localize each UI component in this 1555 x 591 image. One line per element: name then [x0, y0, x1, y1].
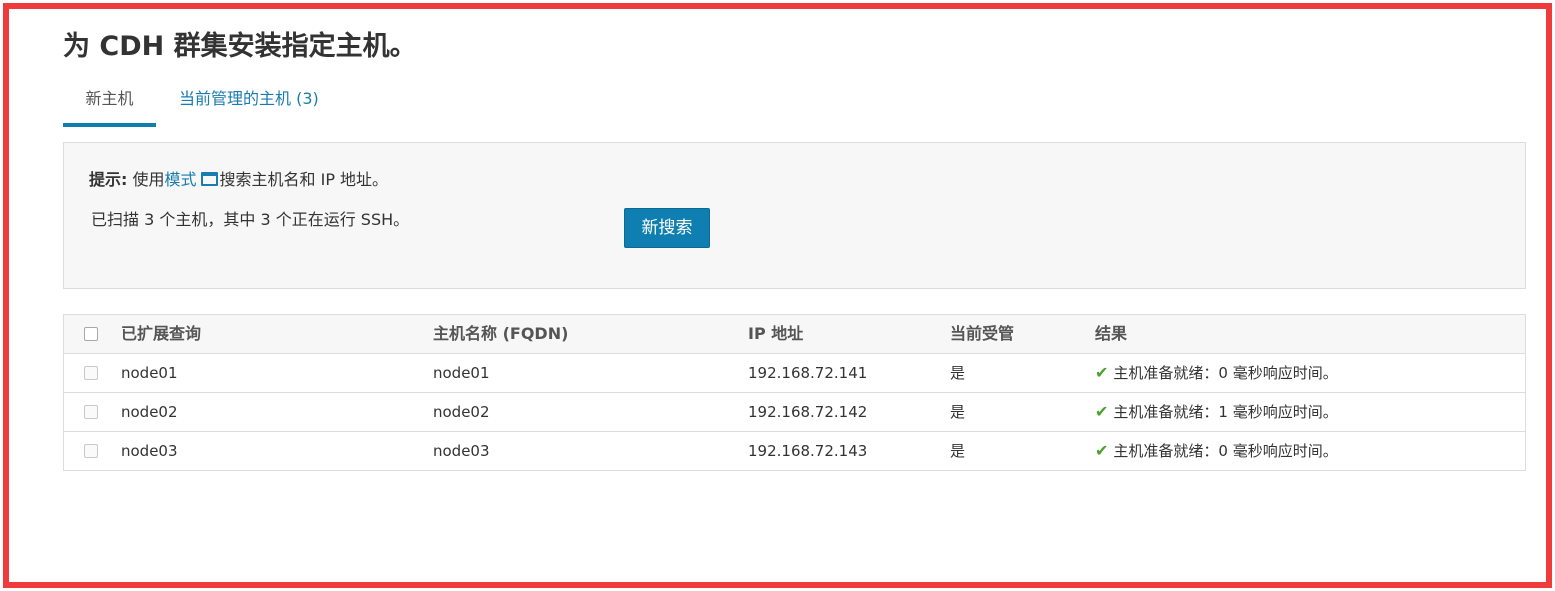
- tab-new-hosts[interactable]: 新主机: [63, 84, 156, 127]
- cell-managed: 是: [950, 364, 966, 382]
- hint-text: 提示: 使用模式 搜索主机名和 IP 地址。: [89, 169, 388, 191]
- cell-ip: 192.168.72.141: [748, 364, 868, 382]
- result-text: 主机准备就绪：1 毫秒响应时间。: [1113, 403, 1338, 421]
- result-text: 主机准备就绪：0 毫秒响应时间。: [1113, 364, 1338, 382]
- cell-result: ✔ 主机准备就绪：0 毫秒响应时间。: [1095, 432, 1338, 470]
- cell-query: node02: [121, 403, 178, 421]
- table-row: node01 node01 192.168.72.141 是 ✔ 主机准备就绪：0…: [64, 354, 1525, 393]
- hint-suffix: 搜索主机名和 IP 地址。: [219, 170, 389, 189]
- cell-fqdn: node02: [433, 403, 490, 421]
- cell-query: node03: [121, 442, 178, 460]
- window-icon[interactable]: [200, 172, 218, 186]
- tab-managed-hosts[interactable]: 当前管理的主机 (3): [179, 84, 319, 127]
- search-info-panel: 提示: 使用模式 搜索主机名和 IP 地址。 已扫描 3 个主机，其中 3 个正在…: [63, 142, 1526, 289]
- cell-fqdn: node01: [433, 364, 490, 382]
- pattern-link[interactable]: 模式: [165, 170, 197, 189]
- check-icon: ✔: [1095, 441, 1109, 460]
- page-title: 为 CDH 群集安装指定主机。: [63, 31, 417, 62]
- header-ip: IP 地址: [748, 324, 804, 343]
- cell-result: ✔ 主机准备就绪：1 毫秒响应时间。: [1095, 393, 1338, 431]
- row-checkbox[interactable]: [84, 366, 98, 380]
- header-expanded-query: 已扩展查询: [121, 324, 202, 343]
- cell-fqdn: node03: [433, 442, 490, 460]
- row-checkbox[interactable]: [84, 444, 98, 458]
- tab-bar: 新主机 当前管理的主机 (3): [63, 84, 463, 127]
- scan-status: 已扫描 3 个主机，其中 3 个正在运行 SSH。: [91, 210, 410, 229]
- hint-label: 提示:: [89, 170, 128, 189]
- check-icon: ✔: [1095, 363, 1109, 382]
- cell-query: node01: [121, 364, 178, 382]
- row-checkbox[interactable]: [84, 405, 98, 419]
- cell-managed: 是: [950, 403, 966, 421]
- header-managed: 当前受管: [950, 324, 1015, 343]
- check-icon: ✔: [1095, 402, 1109, 421]
- table-row: node03 node03 192.168.72.143 是 ✔ 主机准备就绪：0…: [64, 432, 1525, 471]
- table-header: 已扩展查询 主机名称 (FQDN) IP 地址 当前受管 结果: [64, 315, 1525, 354]
- select-all-checkbox[interactable]: [84, 327, 98, 341]
- header-fqdn: 主机名称 (FQDN): [433, 324, 569, 343]
- new-search-button[interactable]: 新搜索: [624, 208, 710, 248]
- cell-result: ✔ 主机准备就绪：0 毫秒响应时间。: [1095, 354, 1338, 392]
- result-text: 主机准备就绪：0 毫秒响应时间。: [1113, 442, 1338, 460]
- cell-managed: 是: [950, 442, 966, 460]
- cell-ip: 192.168.72.143: [748, 442, 868, 460]
- hosts-table: 已扩展查询 主机名称 (FQDN) IP 地址 当前受管 结果 node01 n…: [63, 314, 1526, 471]
- header-result: 结果: [1095, 324, 1128, 343]
- table-row: node02 node02 192.168.72.142 是 ✔ 主机准备就绪：1…: [64, 393, 1525, 432]
- cell-ip: 192.168.72.142: [748, 403, 868, 421]
- hint-prefix: 使用: [127, 170, 165, 189]
